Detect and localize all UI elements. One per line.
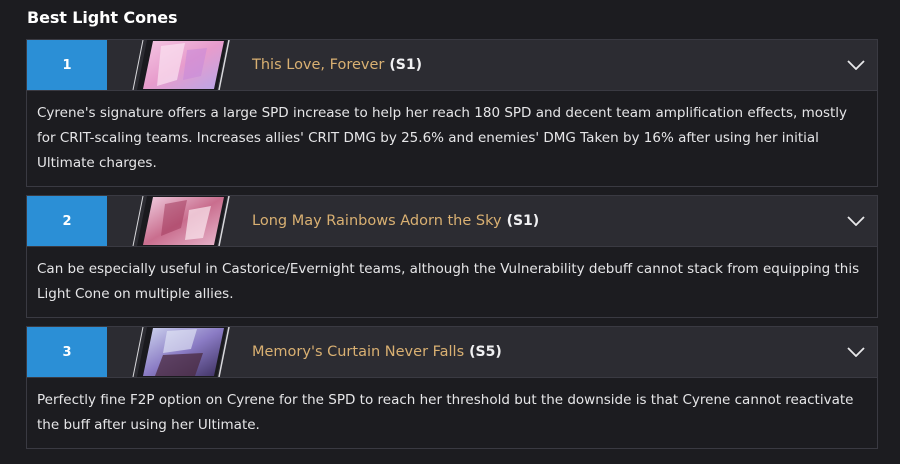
light-cone-card-3: 3 Memory's Curtain Never Falls (S5) Perf… bbox=[26, 326, 878, 449]
superimposition-label: (S1) bbox=[389, 57, 423, 73]
light-cone-art bbox=[107, 40, 252, 90]
light-cone-card-1: 1 This Love, Forever (S1) Cyrene's signa… bbox=[26, 39, 878, 187]
rank-badge: 3 bbox=[27, 327, 107, 377]
light-cone-title: Memory's Curtain Never Falls (S5) bbox=[252, 327, 502, 377]
chevron-down-icon[interactable] bbox=[845, 342, 867, 362]
rank-badge: 1 bbox=[27, 40, 107, 90]
superimposition-label: (S1) bbox=[506, 213, 540, 229]
light-cone-art bbox=[107, 196, 252, 246]
light-cone-name[interactable]: This Love, Forever bbox=[252, 57, 384, 73]
chevron-down-icon[interactable] bbox=[845, 211, 867, 231]
light-cone-description: Can be especially useful in Castorice/Ev… bbox=[26, 247, 878, 318]
section-title: Best Light Cones bbox=[27, 8, 178, 27]
light-cone-description: Perfectly fine F2P option on Cyrene for … bbox=[26, 378, 878, 449]
light-cone-header-2[interactable]: 2 Long May Rainbows Adorn the Sky (S1) bbox=[26, 195, 878, 247]
light-cone-name[interactable]: Long May Rainbows Adorn the Sky bbox=[252, 213, 502, 229]
rank-badge: 2 bbox=[27, 196, 107, 246]
chevron-down-icon[interactable] bbox=[845, 55, 867, 75]
light-cones-page: Best Light Cones 1 This Love, Forever (S… bbox=[0, 0, 900, 464]
superimposition-label: (S5) bbox=[469, 344, 502, 360]
light-cone-header-1[interactable]: 1 This Love, Forever (S1) bbox=[26, 39, 878, 91]
light-cone-title: Long May Rainbows Adorn the Sky (S1) bbox=[252, 196, 539, 246]
light-cone-description: Cyrene's signature offers a large SPD in… bbox=[26, 91, 878, 187]
light-cone-name[interactable]: Memory's Curtain Never Falls bbox=[252, 344, 464, 360]
light-cone-card-2: 2 Long May Rainbows Adorn the Sky (S1) C… bbox=[26, 195, 878, 318]
light-cone-title: This Love, Forever (S1) bbox=[252, 40, 422, 90]
light-cone-art bbox=[107, 327, 252, 377]
light-cone-header-3[interactable]: 3 Memory's Curtain Never Falls (S5) bbox=[26, 326, 878, 378]
